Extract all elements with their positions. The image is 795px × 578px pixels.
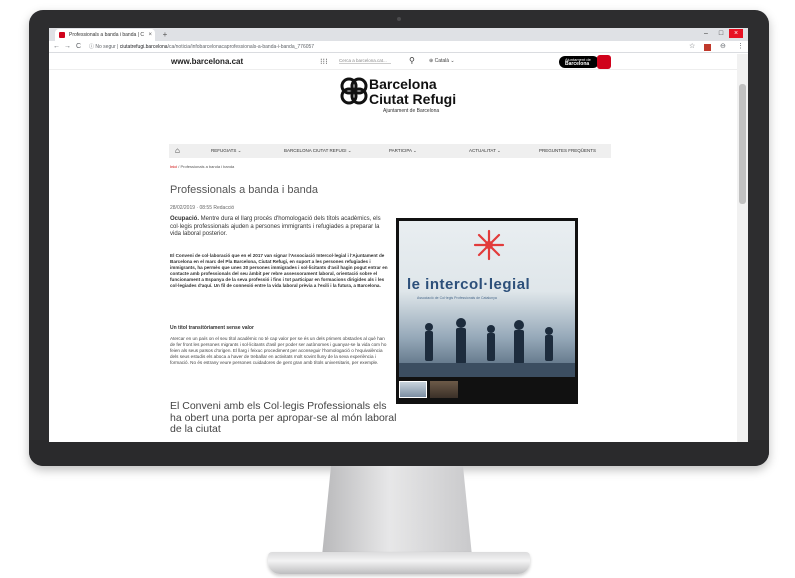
photo-brand-text: le intercol·legial	[407, 276, 531, 293]
profile-icon[interactable]: ⊖	[720, 42, 726, 52]
language-label: Català	[434, 58, 450, 64]
window-maximize-button[interactable]: □	[714, 29, 728, 38]
page-scrollbar[interactable]	[737, 54, 748, 442]
scrollbar-thumb[interactable]	[739, 84, 746, 204]
page-title: Professionals a banda i banda	[170, 184, 318, 196]
breadcrumb: Inici / Professionals a banda i banda	[170, 164, 234, 169]
language-selector[interactable]: ⊕ Català ⌄	[429, 58, 455, 64]
monitor-camera	[397, 17, 401, 21]
apps-grid-icon[interactable]: ⁝⁝⁝	[320, 57, 328, 66]
bookmark-star-icon[interactable]: ☆	[689, 42, 695, 52]
gallery-main-image[interactable]: le intercol·legial Associació de Col·leg…	[399, 221, 575, 377]
new-tab-button[interactable]: +	[160, 30, 170, 39]
monitor-stand-base	[268, 552, 530, 574]
window-minimize-button[interactable]: –	[699, 29, 713, 38]
desktop-stage: Professionals a banda i banda | C × + – …	[0, 0, 795, 578]
web-page: www.barcelona.cat ⁝⁝⁝ Cerca a barcelona.…	[49, 54, 737, 442]
article-subheading: Un títol transitòriament sense valor	[170, 325, 254, 331]
article-paragraph-2: Atercar en un país on el seu títol acadè…	[170, 336, 387, 365]
menu-item-refugiats[interactable]: REFUGIATS ⌄	[211, 148, 241, 154]
article-heading-2: El Conveni amb els Col·legis Professiona…	[170, 400, 397, 435]
menu-item-barcelona-ciutat-refugi[interactable]: BARCELONA CIUTAT REFUGI ⌄	[284, 148, 352, 154]
article-meta: 28/02/2019 · 08:55 Redacció	[170, 205, 235, 211]
reload-button[interactable]: C	[76, 42, 81, 52]
site-home-link[interactable]: www.barcelona.cat	[171, 57, 243, 66]
url-path: /ca/noticia/infobarcelonacaprofessionals…	[167, 44, 315, 50]
main-menu: ⌂ REFUGIATS ⌄ BARCELONA CIUTAT REFUGI ⌄ …	[169, 144, 611, 158]
monitor-chin	[29, 440, 769, 466]
back-button[interactable]: ←	[53, 42, 60, 52]
browser-toolbar: ← → C ⓘ No segur | ciutatrefugi.barcelon…	[49, 41, 748, 53]
photo-gallery[interactable]: le intercol·legial Associació de Col·leg…	[396, 218, 578, 404]
extension-icon[interactable]	[704, 44, 711, 51]
menu-item-actualitat[interactable]: ACTUALITAT ⌄	[469, 148, 501, 154]
address-bar[interactable]: ⓘ No segur | ciutatrefugi.barcelona/ca/n…	[89, 42, 649, 52]
lead-category: Ocupació.	[170, 216, 200, 222]
home-icon[interactable]: ⌂	[175, 146, 180, 155]
ajuntament-button[interactable]: Ajuntament de Barcelona	[559, 56, 599, 68]
gallery-thumbnail-1[interactable]	[399, 381, 427, 398]
monitor-stand-neck	[322, 466, 472, 556]
logo-subtitle: Ajuntament de Barcelona	[383, 108, 440, 114]
site-search-input[interactable]: Cerca a barcelona.cat...	[339, 58, 391, 64]
article-lead: Ocupació. Mentre dura el llarg procés d'…	[170, 216, 388, 239]
forward-button[interactable]: →	[64, 42, 71, 52]
browser-tab[interactable]: Professionals a banda i banda | C ×	[55, 29, 155, 41]
breadcrumb-current: Professionals a banda i banda	[180, 164, 235, 169]
people-silhouettes-icon	[399, 318, 575, 377]
site-favicon-icon	[59, 32, 65, 38]
browser-tab-bar: Professionals a banda i banda | C × + – …	[49, 28, 748, 41]
site-top-strip: www.barcelona.cat ⁝⁝⁝ Cerca a barcelona.…	[49, 54, 737, 70]
tab-close-icon[interactable]: ×	[148, 29, 152, 41]
search-icon[interactable]: ⚲	[409, 56, 415, 65]
url-host: ciutatrefugi.barcelona	[119, 44, 168, 50]
photo-brand-subtitle: Associació de Col·legis Professionals de…	[417, 296, 497, 300]
window-close-button[interactable]: ×	[729, 29, 743, 38]
tab-title: Professionals a banda i banda | C	[69, 32, 144, 38]
intercollegial-star-icon	[473, 229, 505, 261]
ciutat-refugi-logo-icon[interactable]	[339, 76, 369, 106]
logo-line2[interactable]: Ciutat Refugi	[369, 91, 456, 107]
ajuntament-logo-icon[interactable]	[597, 55, 611, 69]
logo-line1[interactable]: Barcelona	[369, 76, 437, 92]
browser-menu-icon[interactable]: ⋮	[737, 42, 744, 52]
lead-text: Mentre dura el llarg procés d'homologaci…	[170, 216, 381, 237]
security-label: No segur	[95, 44, 116, 50]
menu-item-participa[interactable]: PARTICIPA ⌄	[389, 148, 417, 154]
ajuntament-line2: Barcelona	[565, 61, 590, 67]
article-paragraph-1: El Conveni de col·laboració que en el 20…	[170, 253, 388, 288]
monitor-screen: Professionals a banda i banda | C × + – …	[49, 28, 748, 442]
gallery-thumbnail-2[interactable]	[430, 381, 458, 398]
menu-item-preguntes-frequents[interactable]: PREGUNTES FREQÜENTS	[539, 148, 596, 153]
